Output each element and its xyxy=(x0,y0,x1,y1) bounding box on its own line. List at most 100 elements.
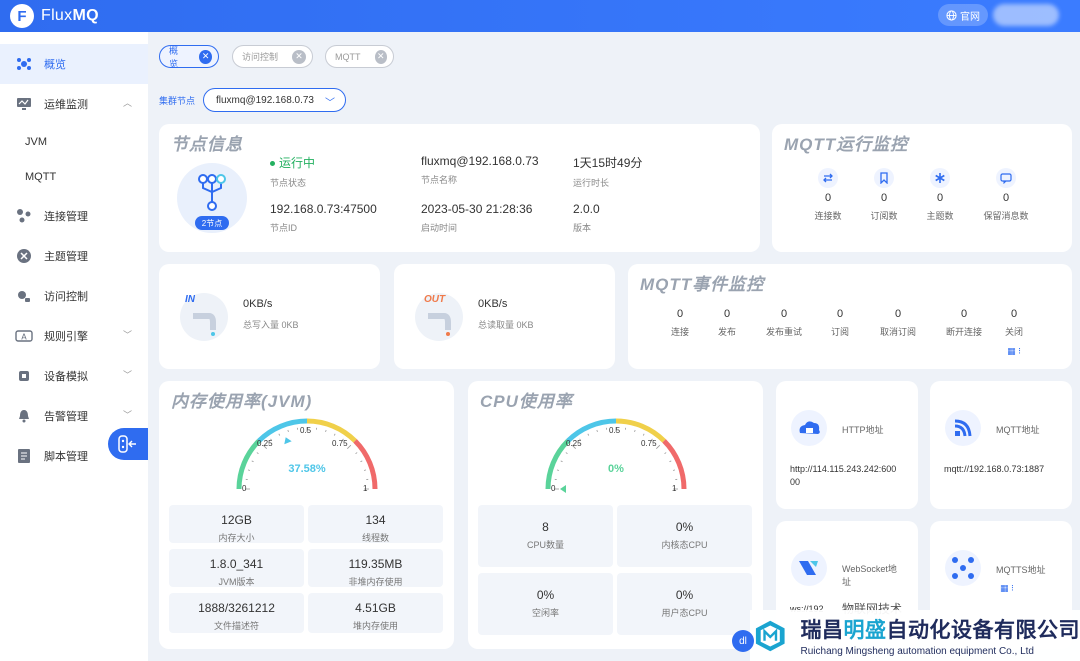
inbound-tag: IN xyxy=(185,294,195,305)
stat-value: 0 xyxy=(960,308,968,320)
script-icon xyxy=(15,447,33,465)
gauge-tick-mark xyxy=(672,469,676,471)
gauge-tick-0: 0 xyxy=(242,484,247,493)
tab-mqtt[interactable]: MQTT ✕ xyxy=(325,45,394,68)
cell-label: 堆内存使用 xyxy=(352,621,398,631)
user-menu[interactable] xyxy=(993,4,1059,26)
http-address-value[interactable]: http://114.115.243.242:600 00 xyxy=(790,463,896,489)
sidebar-item-label: MQTT xyxy=(25,171,57,183)
official-site-label: 官网 xyxy=(960,11,980,23)
inbound-rate: 0KB/s xyxy=(243,298,273,310)
gauge-tick-mark xyxy=(251,460,254,463)
cluster-select[interactable]: fluxmq@192.168.0.73 ﹀ xyxy=(203,88,346,112)
stat-value: 0 xyxy=(936,192,944,204)
stat-subscriptions: 0 订阅数 xyxy=(864,168,904,222)
node-name-label: 节点名称 xyxy=(421,175,458,185)
http-address-card: HTTP地址 http://114.115.243.242:600 00 xyxy=(776,381,918,509)
sidebar-item-topics[interactable]: 主题管理 xyxy=(0,236,148,276)
stat-topics: 0 主题数 xyxy=(920,168,960,222)
stat-label: 断开连接 xyxy=(945,327,982,337)
stat-value: 0 xyxy=(836,308,844,320)
node-start-time: 2023-05-30 21:28:36 启动时间 xyxy=(421,202,532,234)
sidebar-collapse-button[interactable] xyxy=(108,428,148,460)
sidebar-item-connections[interactable]: 连接管理 xyxy=(0,196,148,236)
close-icon[interactable]: ✕ xyxy=(292,49,306,64)
connection-icon xyxy=(15,207,33,225)
sidebar-item-mqtt[interactable]: MQTT xyxy=(0,157,148,197)
memory-size-cell: 12GB 内存大小 xyxy=(169,505,304,543)
tab-access-control[interactable]: 访问控制 ✕ xyxy=(232,45,313,68)
stat-value: 0 xyxy=(676,308,684,320)
stat-label: 连接数 xyxy=(814,211,842,221)
gauge-tick-1: 1 xyxy=(672,484,677,493)
tab-overview[interactable]: 概览 ✕ xyxy=(159,45,219,69)
rule-icon: A xyxy=(15,327,33,345)
gauge-tick-mark xyxy=(556,469,560,471)
node-uptime-label: 运行时长 xyxy=(573,178,610,188)
sidebar-item-jvm[interactable]: JVM xyxy=(0,122,148,162)
cluster-label: 集群节点 xyxy=(159,96,196,106)
translate-widget[interactable]: ▦ ⁝ xyxy=(1000,583,1014,594)
gauge-tick-05: 0.5 xyxy=(300,426,312,435)
chevron-down-icon: ﹀ xyxy=(122,330,132,340)
gauge-tick-025: 0.25 xyxy=(257,439,273,448)
message-icon xyxy=(996,168,1016,188)
event-subscribe: 0 订阅 xyxy=(824,308,856,338)
gauge-tick-mark xyxy=(664,452,667,455)
outbound-total: 总读取量 0KB xyxy=(478,320,534,330)
chevron-down-icon: ﹀ xyxy=(122,410,132,420)
access-icon xyxy=(15,287,33,305)
node-version-value: 2.0.0 xyxy=(573,202,600,216)
tab-label: 概览 xyxy=(169,45,179,69)
cell-label: 非堆内存使用 xyxy=(348,577,403,587)
app-name: FluxMQ xyxy=(41,7,99,24)
stat-label: 主题数 xyxy=(926,211,954,221)
gauge-pointer xyxy=(560,485,566,493)
thread-count-cell: 134 线程数 xyxy=(308,505,443,543)
monitor-icon xyxy=(15,95,33,113)
close-icon[interactable]: ✕ xyxy=(374,49,387,64)
kernel-cpu-cell: 0% 内核态CPU xyxy=(617,505,752,567)
gauge-tick-mark xyxy=(360,460,363,463)
gauge-tick-mark xyxy=(565,452,568,455)
sidebar-item-rules[interactable]: A 规则引擎 ﹀ xyxy=(0,316,148,356)
event-connect: 0 连接 xyxy=(664,308,696,338)
sidebar-item-label: 规则引擎 xyxy=(44,331,88,343)
cpu-count-cell: 8 CPU数量 xyxy=(478,505,613,567)
svg-text:A: A xyxy=(21,333,27,342)
cell-label: 用户态CPU xyxy=(661,608,708,618)
node-id-label: 节点ID xyxy=(270,223,298,233)
app-logo[interactable]: F FluxMQ xyxy=(10,4,99,28)
company-watermark: 瑞昌明盛自动化设备有限公司 Ruichang Mingsheng automat… xyxy=(750,610,1080,661)
sidebar-item-ops-monitor[interactable]: 运维监测 ︿ xyxy=(0,84,148,124)
sidebar-item-device-sim[interactable]: 设备模拟 ﹀ xyxy=(0,356,148,396)
mqtt-event-monitor-card: MQTT事件监控 0 连接 0 发布 0 发布重试 0 订阅 0 取消订阅 0 断开连接 0… xyxy=(628,264,1072,369)
node-status-value: 运行中 xyxy=(270,154,315,171)
mqtt-run-title: MQTT运行监控 xyxy=(784,135,909,154)
gauge-tick-mark xyxy=(587,433,590,436)
gauge-tick-0: 0 xyxy=(551,484,556,493)
stat-value: 0 xyxy=(1010,308,1018,320)
cell-value: 1.8.0_341 xyxy=(209,557,264,571)
sidebar-item-overview[interactable]: 概览 xyxy=(0,44,148,84)
node-start-value: 2023-05-30 21:28:36 xyxy=(421,202,533,216)
floating-help-button[interactable]: dl xyxy=(732,630,754,652)
sidebar-item-access[interactable]: 访问控制 xyxy=(0,276,148,316)
sidebar-item-label: 主题管理 xyxy=(44,251,88,263)
mqtt-address-value[interactable]: mqtt://192.168.0.73:1887 xyxy=(944,463,1044,476)
signal-icon xyxy=(945,410,981,446)
node-name: fluxmq@192.168.0.73 节点名称 xyxy=(421,154,539,186)
asterisk-icon xyxy=(930,168,950,188)
official-site-button[interactable]: 官网 xyxy=(938,4,988,26)
close-icon[interactable]: ✕ xyxy=(199,49,212,64)
stat-value: 0 xyxy=(894,308,902,320)
device-icon xyxy=(15,367,33,385)
gauge-segment xyxy=(306,418,357,443)
stat-label: 保留消息数 xyxy=(983,211,1029,221)
cell-value: 119.35MB xyxy=(348,557,403,571)
gauge-tick-mark xyxy=(278,433,281,436)
gauge-tick-mark xyxy=(669,460,672,463)
translate-widget[interactable]: ▦ ⁝ xyxy=(1000,346,1028,362)
cell-label: JVM版本 xyxy=(218,577,255,587)
dashboard-icon xyxy=(15,55,33,73)
